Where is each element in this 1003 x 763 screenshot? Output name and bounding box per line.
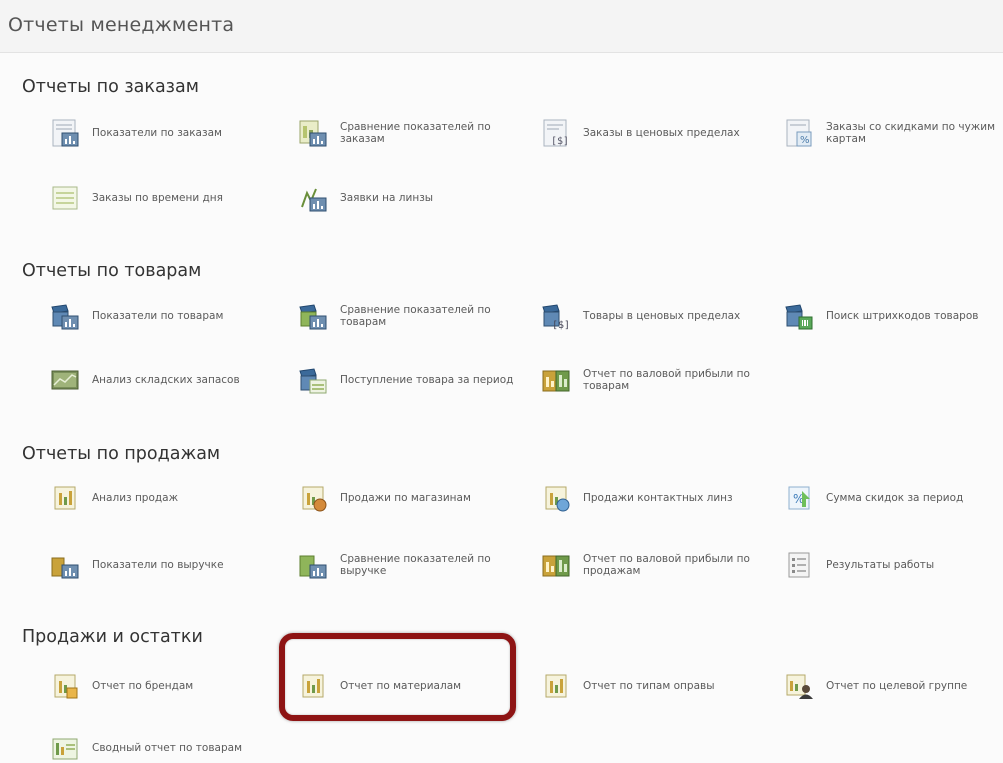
report-label: Анализ складских запасов	[92, 374, 240, 386]
report-discount-sum[interactable]: % Сумма скидок за период	[784, 483, 1003, 513]
svg-text:%: %	[800, 135, 810, 146]
report-orders-discount[interactable]: % Заказы со скидками по чужим картам	[784, 118, 1003, 148]
target-group-report-icon	[784, 671, 814, 701]
report-label: Сравнение показателей по заказам	[340, 121, 491, 145]
report-barcode-search[interactable]: Поиск штрихкодов товаров	[784, 301, 1003, 331]
report-goods-summary[interactable]: Сводный отчет по товарам	[50, 733, 272, 763]
report-target-group[interactable]: Отчет по целевой группе	[784, 671, 1003, 701]
report-lens-requests[interactable]: Заявки на линзы	[298, 183, 520, 213]
contact-lens-sales-icon	[541, 483, 571, 513]
report-label: Продажи контактных линз	[583, 492, 733, 504]
report-brands[interactable]: Отчет по брендам	[50, 671, 272, 701]
report-label: Поступление товара за период	[340, 374, 514, 386]
section-title-goods: Отчеты по товарам	[22, 261, 202, 281]
revenue-report-icon	[50, 550, 80, 580]
highlight-frame	[279, 633, 516, 721]
orders-price-range-icon: [$]	[541, 118, 571, 148]
report-goods-compare[interactable]: Сравнение показателей по товарам	[298, 301, 520, 331]
report-label: Отчет по валовой прибыли по товарам	[583, 368, 750, 392]
report-label: Отчет по целевой группе	[826, 680, 968, 692]
report-label: Товары в ценовых пределах	[583, 310, 741, 322]
gross-profit-goods-icon	[541, 365, 571, 395]
report-goods-indicators[interactable]: Показатели по товарам	[50, 301, 272, 331]
report-orders-price-range[interactable]: [$] Заказы в ценовых пределах	[541, 118, 763, 148]
report-label: Сравнение показателей по товарам	[340, 304, 491, 328]
report-label: Показатели по выручке	[92, 559, 224, 571]
report-label: Продажи по магазинам	[340, 492, 471, 504]
section-title-sales-stock: Продажи и остатки	[22, 627, 203, 647]
report-label: Заказы по времени дня	[92, 192, 223, 204]
report-contact-lens-sales[interactable]: Продажи контактных линз	[541, 483, 763, 513]
report-label: Поиск штрихкодов товаров	[826, 310, 979, 322]
report-label: Отчет по валовой прибыли по продажам	[583, 553, 750, 577]
brands-report-icon	[50, 671, 80, 701]
section-title-sales: Отчеты по продажам	[22, 444, 221, 464]
gross-profit-sales-icon	[541, 550, 571, 580]
report-orders-indicators[interactable]: Показатели по заказам	[50, 118, 272, 148]
work-results-icon	[784, 550, 814, 580]
report-label: Показатели по товарам	[92, 310, 224, 322]
report-gross-profit-goods[interactable]: Отчет по валовой прибыли по товарам	[541, 365, 763, 395]
revenue-compare-icon	[298, 550, 328, 580]
svg-text:[$]: [$]	[552, 320, 570, 331]
report-work-results[interactable]: Результаты работы	[784, 550, 1003, 580]
sales-analysis-icon	[50, 483, 80, 513]
report-store-sales[interactable]: Продажи по магазинам	[298, 483, 520, 513]
report-label: Заявки на линзы	[340, 192, 434, 204]
report-stock-analysis[interactable]: Анализ складских запасов	[50, 365, 272, 395]
stock-analysis-icon	[50, 365, 80, 395]
report-label: Анализ продаж	[92, 492, 179, 504]
report-label: Сводный отчет по товарам	[92, 742, 242, 754]
barcode-search-icon	[784, 301, 814, 331]
page-title: Отчеты менеджмента	[8, 14, 235, 36]
orders-discount-icon: %	[784, 118, 814, 148]
report-frame-types[interactable]: Отчет по типам оправы	[541, 671, 763, 701]
report-label: Сумма скидок за период	[826, 492, 964, 504]
report-label: Заказы со скидками по чужим картам	[826, 121, 995, 145]
report-label: Заказы в ценовых пределах	[583, 127, 740, 139]
section-title-orders: Отчеты по заказам	[22, 77, 199, 97]
report-goods-arrival[interactable]: Поступление товара за период	[298, 365, 520, 395]
report-goods-price-range[interactable]: [$] Товары в ценовых пределах	[541, 301, 763, 331]
report-label: Отчет по типам оправы	[583, 680, 715, 692]
report-orders-time[interactable]: Заказы по времени дня	[50, 183, 272, 213]
report-revenue-compare[interactable]: Сравнение показателей по выручке	[298, 550, 520, 580]
svg-text:[$]: [$]	[551, 136, 569, 147]
discount-sum-icon: %	[784, 483, 814, 513]
frame-types-report-icon	[541, 671, 571, 701]
store-sales-icon	[298, 483, 328, 513]
orders-time-icon	[50, 183, 80, 213]
report-label: Результаты работы	[826, 559, 935, 571]
report-label: Отчет по брендам	[92, 680, 194, 692]
orders-compare-icon	[298, 118, 328, 148]
goods-arrival-icon	[298, 365, 328, 395]
header-bar: Отчеты менеджмента	[0, 0, 1003, 53]
report-orders-compare[interactable]: Сравнение показателей по заказам	[298, 118, 520, 148]
report-gross-profit-sales[interactable]: Отчет по валовой прибыли по продажам	[541, 550, 763, 580]
report-sales-analysis[interactable]: Анализ продаж	[50, 483, 272, 513]
goods-report-icon	[50, 301, 80, 331]
goods-price-range-icon: [$]	[541, 301, 571, 331]
orders-report-icon	[50, 118, 80, 148]
goods-summary-report-icon	[50, 733, 80, 763]
goods-compare-icon	[298, 301, 328, 331]
report-label: Показатели по заказам	[92, 127, 222, 139]
report-label: Сравнение показателей по выручке	[340, 553, 491, 577]
lens-requests-icon	[298, 183, 328, 213]
report-revenue-indicators[interactable]: Показатели по выручке	[50, 550, 272, 580]
